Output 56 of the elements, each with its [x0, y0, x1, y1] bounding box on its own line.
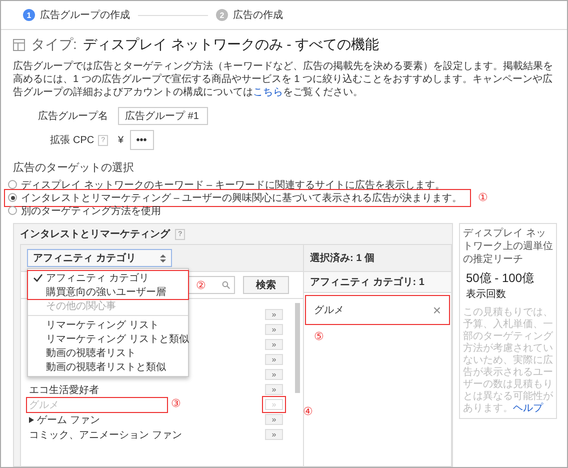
- menu-item[interactable]: リマーケティング リストと類似: [28, 332, 188, 346]
- currency-symbol: ¥: [118, 134, 124, 146]
- check-icon: [33, 273, 43, 283]
- add-button[interactable]: »: [265, 324, 283, 335]
- remove-button[interactable]: ×: [432, 302, 441, 318]
- help-link[interactable]: こちら: [253, 87, 283, 98]
- scrollbar[interactable]: [295, 303, 300, 393]
- radio-option[interactable]: インタレストとリマーケティング – ユーザーの興味関心に基づいて表示される広告が決まります。: [5, 190, 470, 206]
- updown-icon: [160, 254, 166, 262]
- menu-item[interactable]: 動画の視聴者リストと類似: [28, 360, 188, 374]
- menu-item[interactable]: リマーケティング リスト: [28, 318, 188, 332]
- annotation-number: ⑤: [314, 330, 325, 343]
- section-heading: 広告のターゲットの選択: [13, 160, 135, 175]
- menu-item[interactable]: 購買意向の強いユーザー層: [28, 285, 188, 299]
- reach-title: ディスプレイ ネットワーク上の週単位の推定リーチ: [463, 227, 553, 266]
- item-label: グルメ: [314, 304, 344, 317]
- page-title: ディスプレイ ネットワークのみ - すべての機能: [82, 36, 380, 54]
- field-label: 拡張 CPC: [50, 134, 94, 147]
- reach-unit: 表示回数: [466, 288, 506, 301]
- add-button[interactable]: »: [265, 339, 283, 350]
- help-link[interactable]: ヘルプ: [513, 403, 543, 414]
- add-button[interactable]: »: [265, 309, 283, 320]
- description: 広告グループでは広告とターゲティング方法（キーワードなど、広告の掲載先を決める要素）を設定します。掲載結果を高めるには、1 つの広告グループで宣伝する商品やサービスを 1 つに絞り込むことをおすすめします。キャンペーンや広告グループの詳細およびアカウントの構成についてはこちら をご覧ください。: [13, 60, 553, 99]
- annotation-number: ①: [478, 191, 488, 204]
- selected-count: 選択済み: 1 個: [304, 245, 451, 272]
- type-label: タイプ:: [31, 36, 77, 54]
- panel-title: インタレストとリマーケティング: [20, 228, 170, 241]
- step-number: 1: [23, 9, 35, 21]
- field-label: 広告グループ名: [38, 110, 108, 123]
- category-item[interactable]: エコ生活愛好者: [29, 382, 99, 396]
- add-button[interactable]: »: [265, 369, 283, 380]
- radio-option[interactable]: 別のターゲティング方法を使用: [5, 202, 169, 218]
- add-button[interactable]: »: [265, 414, 283, 425]
- reach-note: この見積もりでは、予算、入札単価、一部のターゲティング方法が考慮されていないため、実際に広告が表示されるユーザーの数は見積もりとは異なる可能性があります。ヘルプ: [463, 307, 553, 415]
- category-item[interactable]: コミック、アニメーション ファン: [29, 428, 182, 442]
- layout-icon: [13, 39, 25, 51]
- annotation-number: ④: [303, 405, 313, 418]
- search-icon: [222, 281, 230, 289]
- add-button[interactable]: »: [265, 384, 283, 395]
- expand-icon[interactable]: [29, 416, 34, 422]
- category-dropdown[interactable]: アフィニティ カテゴリ: [27, 249, 172, 267]
- step-number: 2: [216, 9, 228, 21]
- step-label: 広告グループの作成: [40, 8, 130, 22]
- step-label: 広告の作成: [233, 8, 283, 22]
- menu-item[interactable]: アフィニティ カテゴリ: [28, 271, 188, 285]
- menu-item[interactable]: 動画の視聴者リスト: [28, 346, 188, 360]
- category-item[interactable]: ゲーム ファン: [37, 412, 100, 426]
- name-field[interactable]: 広告グループ #1: [118, 107, 208, 125]
- category-count: アフィニティ カテゴリ: 1: [304, 272, 451, 293]
- reach-value: 50億 - 100億: [466, 270, 534, 287]
- add-button[interactable]: »: [265, 354, 283, 365]
- bid-field[interactable]: •••: [130, 130, 154, 150]
- annotation-number: ②: [196, 279, 206, 292]
- add-button[interactable]: »: [265, 429, 283, 440]
- search-button[interactable]: 検索: [243, 276, 289, 294]
- annotation-number: ③: [171, 397, 181, 410]
